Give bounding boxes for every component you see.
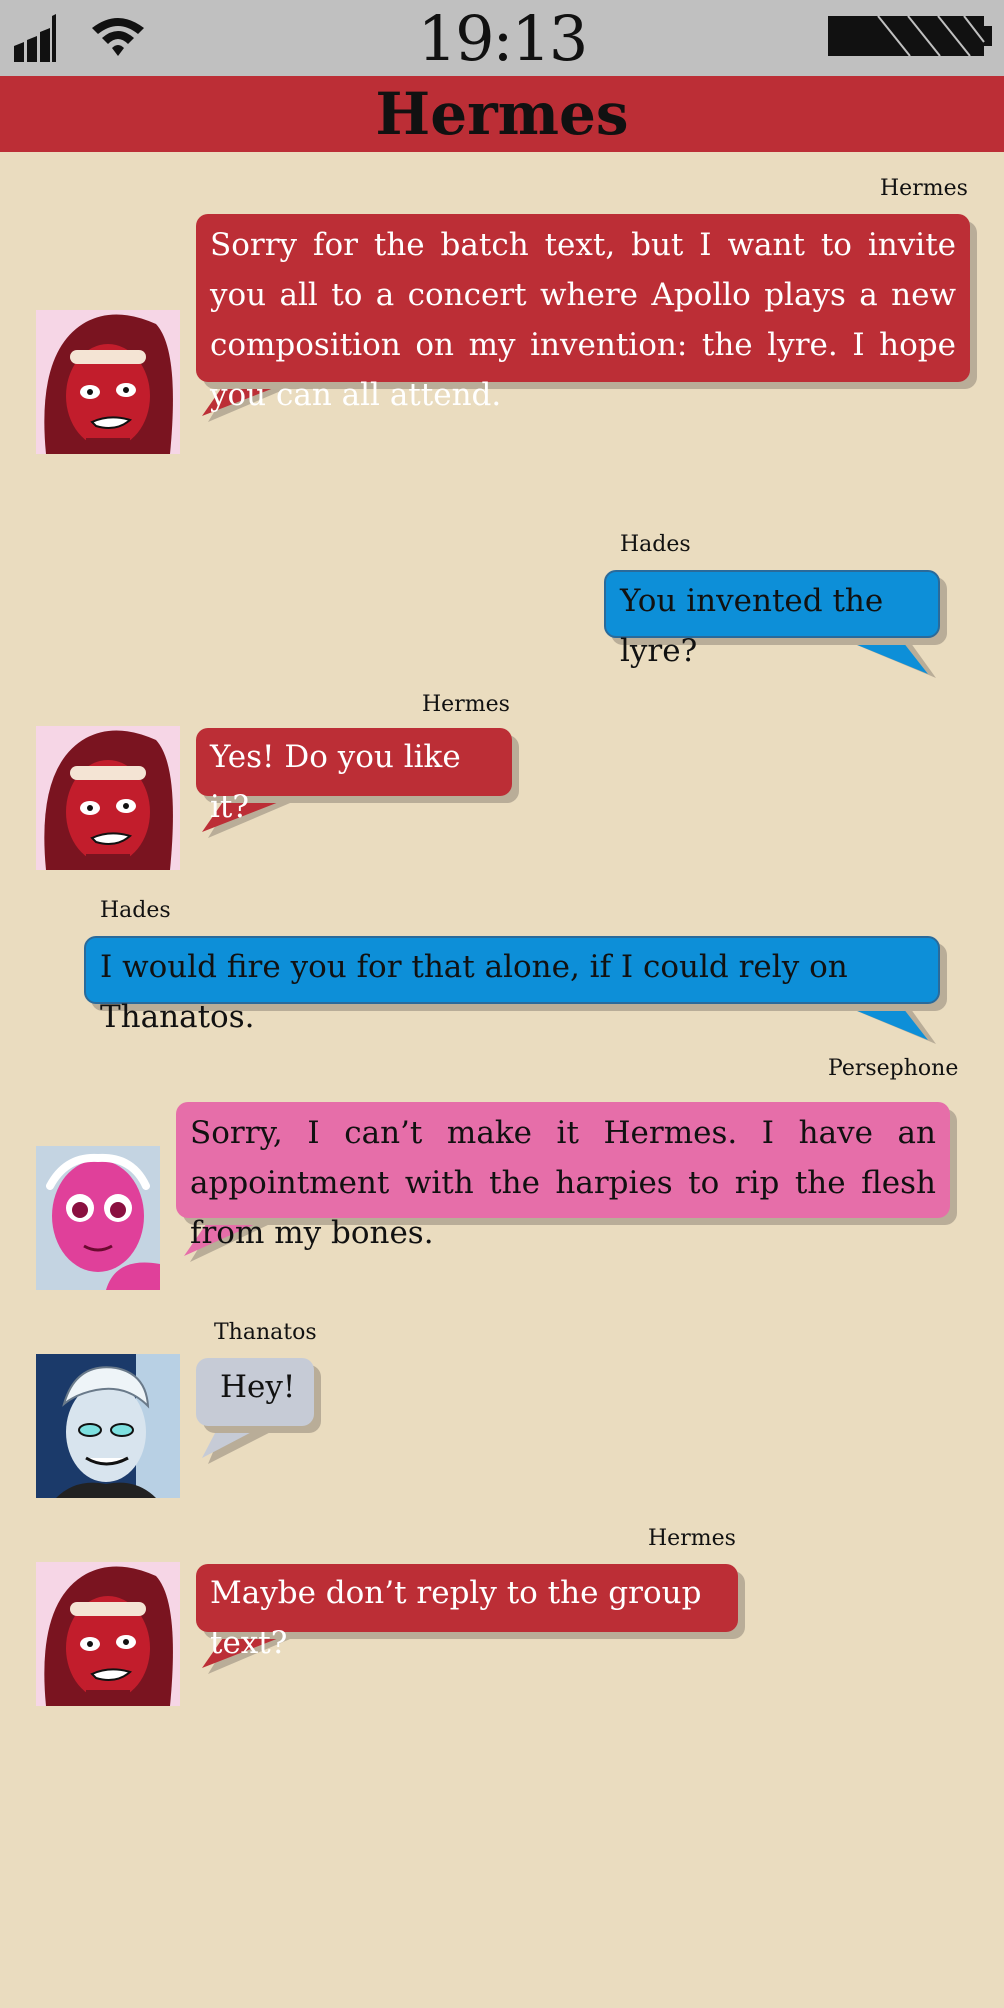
thanatos-avatar[interactable]	[36, 1354, 180, 1498]
hermes-avatar[interactable]	[36, 310, 180, 454]
message-bubble[interactable]: Sorry, I can’t make it Hermes. I have an…	[176, 1102, 950, 1251]
message-bubble[interactable]: I would fire you for that alone, if I co…	[84, 936, 940, 1035]
chat-title: Hermes	[375, 80, 629, 148]
sender-name: Thanatos	[214, 1320, 317, 1345]
status-bar: 19:13	[0, 0, 1004, 76]
status-time: 19:13	[417, 2, 589, 75]
message-bubble[interactable]: Sorry for the batch text, but I want to …	[196, 214, 970, 413]
sender-name: Persephone	[828, 1056, 959, 1081]
hermes-avatar[interactable]	[36, 1562, 180, 1706]
sender-name: Hades	[620, 532, 691, 557]
sender-name: Hades	[100, 898, 171, 923]
message-bubble[interactable]: Yes! Do you like it?	[196, 728, 512, 825]
hermes-avatar[interactable]	[36, 726, 180, 870]
message-bubble[interactable]: Hey!	[196, 1358, 314, 1426]
persephone-avatar[interactable]	[36, 1146, 160, 1290]
sender-name: Hermes	[422, 692, 510, 717]
sender-name: Hermes	[880, 176, 968, 201]
sender-name: Hermes	[648, 1526, 736, 1551]
message-bubble[interactable]: Maybe don’t reply to the group text?	[196, 1564, 738, 1661]
chat-header: Hermes	[0, 76, 1004, 152]
message-bubble[interactable]: You invented the lyre?	[604, 570, 940, 669]
